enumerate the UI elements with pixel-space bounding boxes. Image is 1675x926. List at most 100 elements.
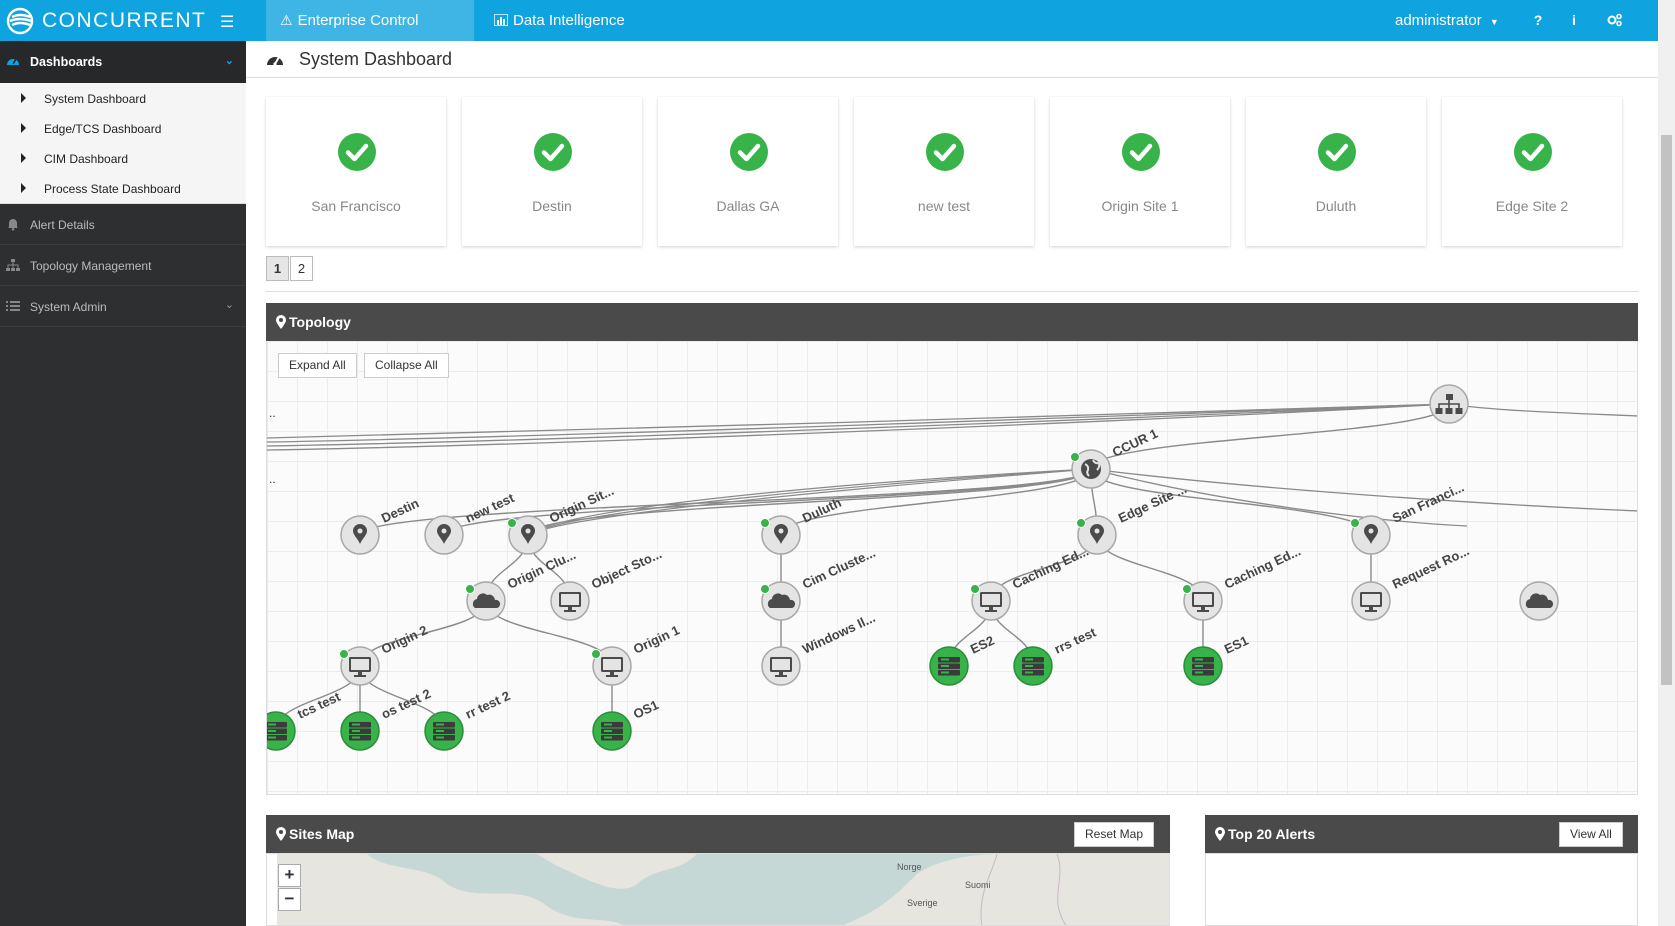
monitor-base — [985, 610, 997, 612]
expand-all-button[interactable]: Expand All — [278, 353, 357, 378]
server-led — [1195, 658, 1203, 661]
server-led — [1025, 658, 1033, 661]
site-card[interactable]: Dallas GA — [658, 97, 838, 246]
tab-data-intelligence[interactable]: Data Intelligence — [480, 0, 639, 41]
sites-map[interactable]: Norge Suomi Sverige + − — [266, 853, 1170, 926]
sidebar-subitem-process-state-dashboard[interactable]: Process State Dashboard — [0, 173, 246, 204]
topology-node-edgesite[interactable]: Edge Site ... — [1076, 481, 1190, 555]
topology-node-newtest[interactable]: new test — [424, 490, 517, 555]
server-led — [1025, 665, 1033, 667]
server-led — [1195, 665, 1203, 667]
site-card[interactable]: San Francisco — [266, 97, 446, 246]
sidebar-subitem-system-dashboard[interactable]: System Dashboard — [0, 83, 246, 114]
zoom-out-button[interactable]: − — [278, 888, 301, 911]
settings-icon[interactable] — [1597, 0, 1633, 41]
info-icon[interactable]: i — [1556, 0, 1592, 41]
sidebar-item-dashboards[interactable]: Dashboards ⌄ — [0, 41, 246, 83]
server-led — [941, 658, 949, 661]
site-card[interactable]: Edge Site 2 — [1442, 97, 1622, 246]
collapsed-marker[interactable]: .. — [269, 406, 276, 420]
monitor-screen — [982, 594, 1000, 605]
monitor-stand — [610, 672, 614, 675]
sidebar-item-system-admin[interactable]: System Admin ⌄ — [0, 285, 246, 327]
top-navbar: CONCURRENT ☰ ⚠Enterprise Control System … — [0, 0, 1658, 70]
panel-title: Top 20 Alerts — [1228, 826, 1316, 842]
topology-node-sanfran[interactable]: San Franci... — [1350, 479, 1467, 555]
status-dot — [1070, 452, 1080, 462]
node-label: CCUR 1 — [1110, 426, 1160, 460]
site-card[interactable]: Destin — [462, 97, 642, 246]
monitor-screen — [351, 659, 369, 670]
topology-node-es1[interactable]: ES1 — [1183, 633, 1251, 686]
node-label: OS1 — [631, 697, 661, 722]
node-label: ES1 — [1222, 633, 1251, 657]
site-card[interactable]: Origin Site 1 — [1050, 97, 1230, 246]
topology-node-es2[interactable]: ES2 — [929, 633, 997, 686]
map-marker-icon — [276, 827, 286, 841]
server-led — [604, 723, 612, 726]
monitor-screen — [1362, 594, 1380, 605]
user-menu[interactable]: administrator ▼ — [1395, 0, 1499, 41]
sidebar-item-topology-management[interactable]: Topology Management — [0, 244, 246, 286]
concurrent-logo-icon — [6, 7, 34, 34]
topology-node-ccur[interactable]: CCUR 1 — [1070, 426, 1161, 489]
reset-map-button[interactable]: Reset Map — [1074, 822, 1155, 847]
site-name: San Francisco — [311, 198, 401, 214]
topology-node-cachingedge1[interactable]: Caching Ed... — [970, 543, 1091, 621]
sites-map-panel-header: Sites Map Reset Map — [266, 815, 1170, 853]
monitor-stand — [568, 607, 572, 610]
divider — [266, 291, 1638, 292]
zoom-in-button[interactable]: + — [278, 864, 301, 887]
topology-graph[interactable]: ....CCUR 1Destin new test Origin Sit... Dul… — [267, 341, 1638, 795]
sidebar-item-label: Dashboards — [30, 55, 103, 69]
node-label: San Franci... — [1390, 479, 1466, 525]
server-led — [268, 736, 276, 739]
collapsed-marker[interactable]: .. — [269, 472, 276, 486]
server-led — [604, 730, 612, 732]
topology-node-origin1[interactable]: Origin 1 — [591, 622, 682, 686]
caret-right-icon — [21, 123, 26, 133]
status-ok-icon — [1318, 133, 1356, 171]
server-led — [268, 730, 276, 732]
map-marker-icon — [1215, 827, 1225, 841]
topology-node-destin[interactable]: Destin — [340, 495, 421, 555]
vertical-scrollbar[interactable] — [1658, 0, 1675, 926]
topology-node-rrtest2[interactable]: rr test 2 — [424, 688, 513, 751]
dashboard-icon — [7, 58, 19, 65]
site-name: Dallas GA — [716, 198, 780, 214]
topology-node-cloudedge[interactable] — [1519, 581, 1559, 621]
monitor-screen — [603, 659, 621, 670]
sidebar-subitem-cim-dashboard[interactable]: CIM Dashboard — [0, 143, 246, 174]
site-card[interactable]: new test — [854, 97, 1034, 246]
topology-node-os1[interactable]: OS1 — [592, 697, 661, 751]
topology-node-cimcluster[interactable]: Cim Cluste... — [760, 545, 878, 621]
help-icon[interactable]: ? — [1520, 0, 1556, 41]
topology-node-windows[interactable]: Windows Il... — [761, 610, 878, 686]
server-led — [268, 723, 276, 726]
site-card[interactable]: Duluth — [1246, 97, 1426, 246]
server-led — [352, 723, 360, 726]
node-label: Origin 2 — [379, 622, 430, 656]
monitor-base — [564, 610, 576, 612]
chevron-down-icon: ⌄ — [224, 55, 234, 67]
tab-enterprise-control-system[interactable]: ⚠Enterprise Control System — [266, 0, 474, 70]
pagination-page-2[interactable]: 2 — [290, 256, 313, 281]
sidebar-subitem-edge-tcs-dashboard[interactable]: Edge/TCS Dashboard — [0, 113, 246, 144]
scrollbar-thumb[interactable] — [1661, 135, 1672, 685]
topology-canvas[interactable]: .... CCUR 1 Destin new test Origin Sit... Dul… — [266, 341, 1638, 795]
topology-node-rrstest[interactable]: rrs test — [1013, 624, 1099, 686]
status-dot — [760, 584, 770, 594]
brand-name: CONCURRENT — [42, 8, 207, 32]
sidebar-item-alert-details[interactable]: Alert Details — [0, 203, 246, 245]
topology-node-root[interactable] — [1429, 384, 1469, 424]
top-alerts-list — [1205, 853, 1638, 926]
topology-node-tcstest[interactable]: tcs test — [267, 689, 343, 751]
collapse-all-button[interactable]: Collapse All — [364, 353, 449, 378]
pagination-page-1[interactable]: 1 — [266, 256, 289, 281]
view-all-alerts-button[interactable]: View All — [1559, 822, 1623, 847]
topology-node-ostest2[interactable]: os test 2 — [340, 686, 433, 751]
topology-node-cachingedge2[interactable]: Caching Ed... — [1182, 543, 1303, 621]
hamburger-icon[interactable]: ☰ — [220, 12, 234, 32]
sidebar-item-label: Topology Management — [30, 259, 152, 273]
topology-node-origin2[interactable]: Origin 2 — [339, 622, 430, 686]
